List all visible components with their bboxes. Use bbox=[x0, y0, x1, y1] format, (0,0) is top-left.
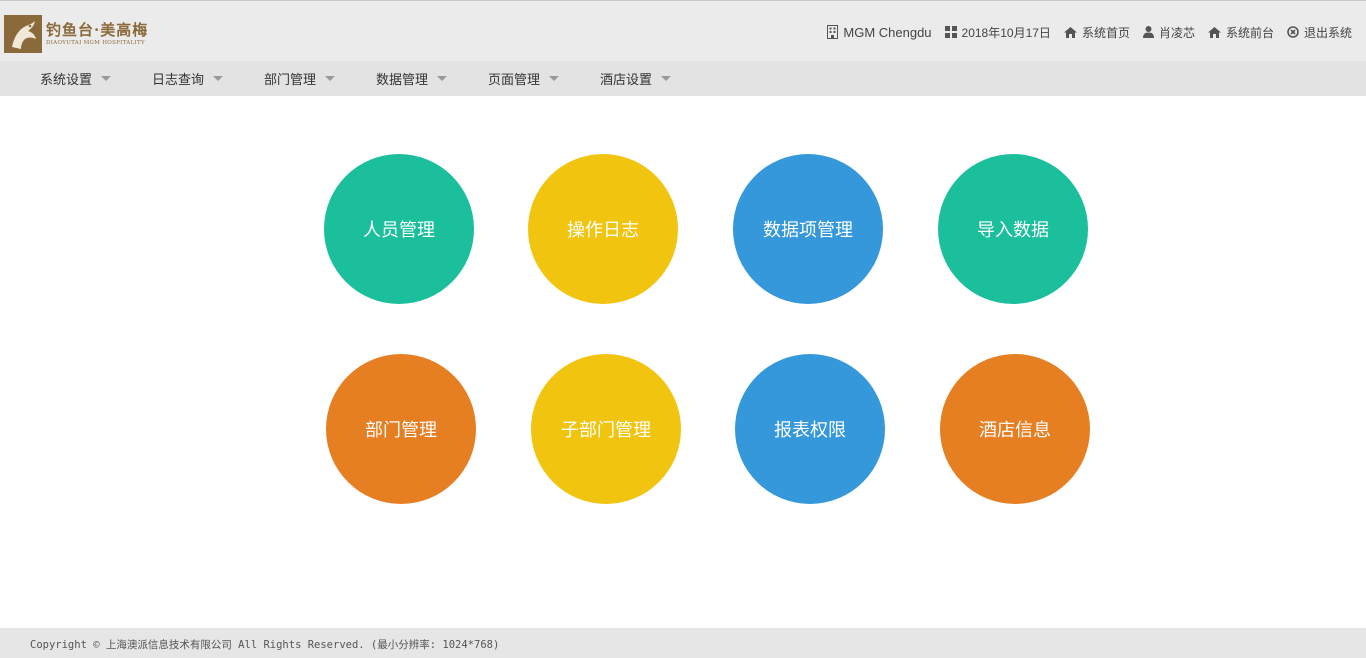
horse-logo-icon bbox=[4, 15, 42, 53]
system-home-link[interactable]: 系统首页 bbox=[1063, 24, 1130, 41]
user-icon bbox=[1142, 26, 1154, 38]
nav-page-management[interactable]: 页面管理 bbox=[488, 61, 560, 96]
date-link[interactable]: 2018年10月17日 bbox=[944, 24, 1051, 41]
tile-label: 部门管理 bbox=[365, 420, 437, 440]
building-icon bbox=[827, 25, 839, 39]
nav-label: 系统设置 bbox=[40, 72, 93, 87]
nav-label: 酒店设置 bbox=[600, 72, 653, 87]
tile-label: 人员管理 bbox=[363, 220, 435, 240]
header-links: MGM Chengdu 2018年10月17日 系统首页 肖凌芯 系统前台 退出… bbox=[814, 23, 1352, 41]
top-header: 钓鱼台·美高梅 DIAOYUTAI MGM HOSPITALITY MGM Ch… bbox=[0, 0, 1366, 61]
caret-down-icon bbox=[549, 76, 560, 81]
tile-label: 报表权限 bbox=[774, 420, 846, 440]
nav-label: 部门管理 bbox=[264, 72, 317, 87]
user-profile-link[interactable]: 肖凌芯 bbox=[1142, 24, 1195, 41]
caret-down-icon bbox=[325, 76, 336, 81]
tile-report-permissions[interactable]: 报表权限 bbox=[735, 354, 885, 504]
tile-label: 酒店信息 bbox=[979, 420, 1051, 440]
nav-data-management[interactable]: 数据管理 bbox=[376, 61, 448, 96]
tile-sub-department-management[interactable]: 子部门管理 bbox=[531, 354, 681, 504]
caret-down-icon bbox=[101, 76, 112, 81]
hotel-name-label: MGM Chengdu bbox=[843, 24, 932, 40]
system-home-label: 系统首页 bbox=[1081, 25, 1130, 40]
tile-label: 操作日志 bbox=[567, 220, 639, 240]
hotel-name-link[interactable]: MGM Chengdu bbox=[827, 24, 932, 40]
logo-chinese-text: 钓鱼台·美高梅 bbox=[46, 21, 149, 39]
tile-department-management[interactable]: 部门管理 bbox=[326, 354, 476, 504]
caret-down-icon bbox=[437, 76, 448, 81]
copyright-text: Copyright © 上海澳派信息技术有限公司 All Rights Rese… bbox=[30, 639, 500, 651]
nav-department-management[interactable]: 部门管理 bbox=[264, 61, 336, 96]
logout-link[interactable]: 退出系统 bbox=[1287, 24, 1352, 41]
logout-label: 退出系统 bbox=[1303, 25, 1352, 40]
home-icon bbox=[1063, 26, 1077, 38]
tile-hotel-information[interactable]: 酒店信息 bbox=[940, 354, 1090, 504]
tile-label: 导入数据 bbox=[977, 220, 1049, 240]
tile-import-data[interactable]: 导入数据 bbox=[938, 154, 1088, 304]
user-name-label: 肖凌芯 bbox=[1158, 25, 1195, 40]
tile-label: 子部门管理 bbox=[561, 420, 651, 440]
grid-icon bbox=[944, 26, 957, 38]
nav-label: 数据管理 bbox=[376, 72, 429, 87]
main-nav: 系统设置 日志查询 部门管理 数据管理 页面管理 酒店设置 bbox=[0, 61, 1366, 96]
nav-label: 日志查询 bbox=[152, 72, 205, 87]
date-label: 2018年10月17日 bbox=[961, 25, 1051, 40]
close-circle-icon bbox=[1287, 26, 1299, 38]
system-frontend-link[interactable]: 系统前台 bbox=[1207, 24, 1274, 41]
tile-operation-log[interactable]: 操作日志 bbox=[528, 154, 678, 304]
logo-english-text: DIAOYUTAI MGM HOSPITALITY bbox=[46, 40, 145, 46]
tile-label: 数据项管理 bbox=[763, 220, 853, 240]
caret-down-icon bbox=[661, 76, 672, 81]
brand-logo[interactable]: 钓鱼台·美高梅 DIAOYUTAI MGM HOSPITALITY bbox=[4, 15, 156, 53]
caret-down-icon bbox=[213, 76, 224, 81]
tile-staff-management[interactable]: 人员管理 bbox=[324, 154, 474, 304]
nav-hotel-settings[interactable]: 酒店设置 bbox=[600, 61, 672, 96]
footer: Copyright © 上海澳派信息技术有限公司 All Rights Rese… bbox=[0, 628, 1366, 658]
tile-data-item-management[interactable]: 数据项管理 bbox=[733, 154, 883, 304]
system-frontend-label: 系统前台 bbox=[1225, 25, 1274, 40]
home-icon bbox=[1207, 26, 1221, 38]
nav-label: 页面管理 bbox=[488, 72, 541, 87]
nav-log-query[interactable]: 日志查询 bbox=[152, 61, 224, 96]
nav-system-settings[interactable]: 系统设置 bbox=[40, 61, 112, 96]
